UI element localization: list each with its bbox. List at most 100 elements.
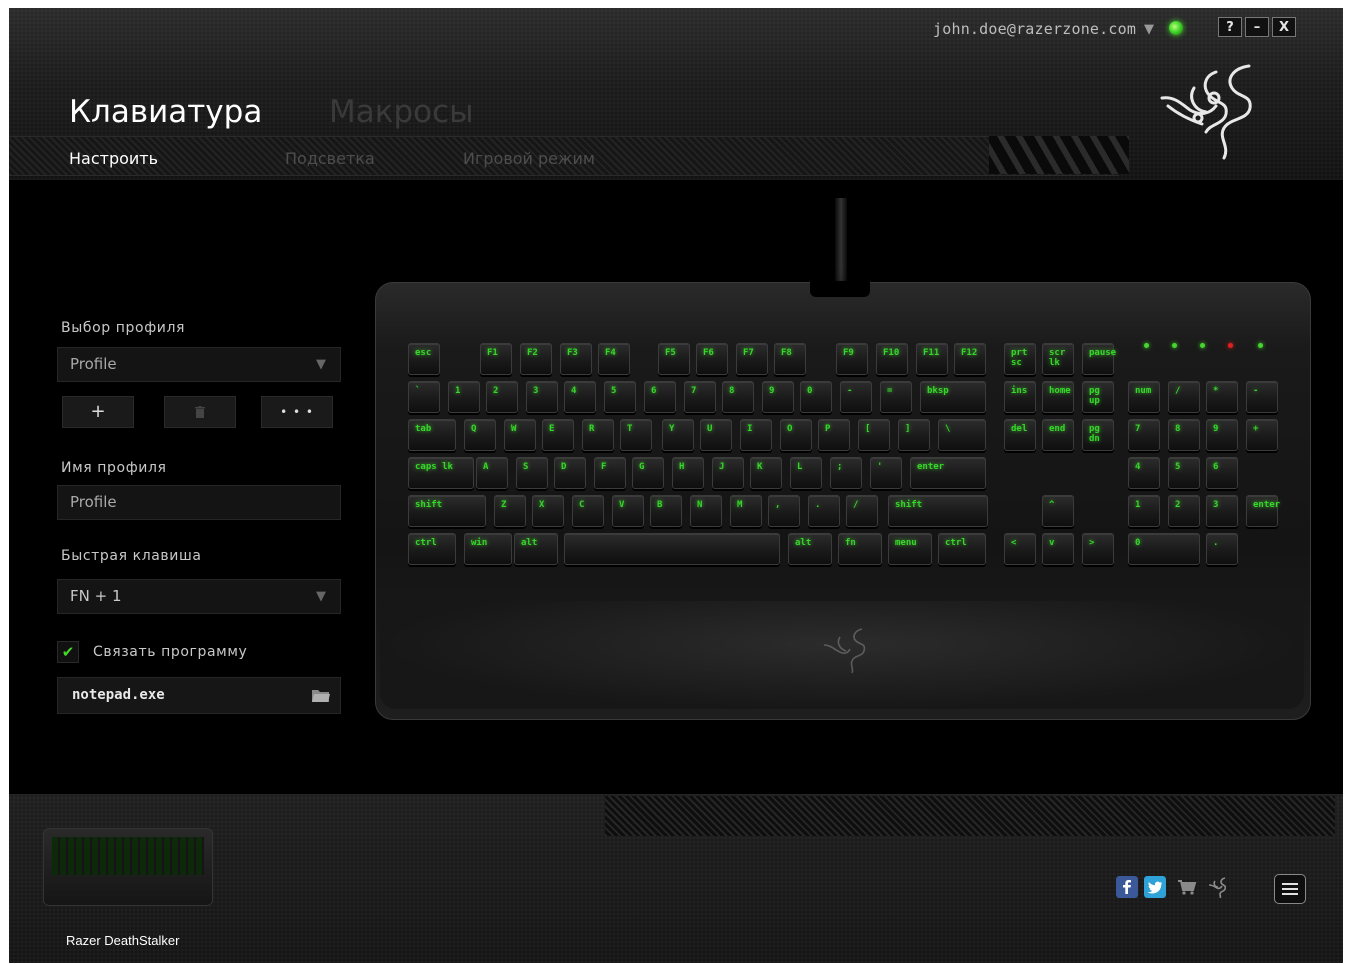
subtab-gaming-mode[interactable]: Игровой режим (463, 149, 595, 168)
keyboard-key[interactable]: W (504, 419, 536, 451)
keyboard-key[interactable]: F10 (876, 343, 908, 375)
keyboard-key[interactable]: F12 (954, 343, 986, 375)
keyboard-key[interactable]: A (476, 457, 508, 489)
tab-keyboard[interactable]: Клавиатура (69, 94, 262, 130)
keyboard-key[interactable]: \ (938, 419, 986, 451)
keyboard-key[interactable]: F5 (658, 343, 690, 375)
keyboard-key[interactable]: num (1128, 381, 1160, 413)
keyboard-key[interactable]: ; (830, 457, 862, 489)
keyboard-key[interactable]: menu (888, 533, 932, 565)
device-thumbnail[interactable] (43, 828, 213, 906)
subtab-customize[interactable]: Настроить (69, 149, 158, 168)
keyboard-key[interactable]: I (740, 419, 772, 451)
keyboard-key[interactable]: 1 (448, 381, 480, 413)
hotkey-dropdown[interactable]: FN + 1 ▼ (57, 579, 341, 614)
keyboard-key[interactable]: 3 (1206, 495, 1238, 527)
keyboard-key[interactable]: alt (788, 533, 832, 565)
keyboard-key[interactable]: 0 (800, 381, 832, 413)
keyboard-key[interactable]: 7 (684, 381, 716, 413)
keyboard-key[interactable]: X (532, 495, 564, 527)
keyboard-key[interactable]: del (1004, 419, 1036, 451)
keyboard-key[interactable]: G (632, 457, 664, 489)
keyboard-key[interactable]: 6 (644, 381, 676, 413)
keyboard-key[interactable]: 8 (1168, 419, 1200, 451)
link-program-checkbox[interactable]: ✔ (57, 641, 79, 663)
keyboard-key[interactable]: 2 (486, 381, 518, 413)
keyboard-key[interactable]: P (818, 419, 850, 451)
more-options-button[interactable]: • • • (261, 396, 333, 428)
keyboard-key[interactable]: M (730, 495, 762, 527)
account-dropdown-icon[interactable]: ▼ (1144, 22, 1154, 37)
keyboard-key[interactable]: Y (662, 419, 694, 451)
keyboard-key[interactable]: - (1246, 381, 1278, 413)
keyboard-key[interactable]: scr lk (1042, 343, 1074, 375)
keyboard-key[interactable]: F4 (598, 343, 630, 375)
keyboard-key[interactable]: = (880, 381, 912, 413)
keyboard-key[interactable]: . (808, 495, 840, 527)
keyboard-key[interactable]: N (690, 495, 722, 527)
keyboard-key[interactable]: [ (858, 419, 890, 451)
keyboard-key[interactable]: 9 (762, 381, 794, 413)
twitter-icon[interactable] (1144, 876, 1166, 898)
keyboard-key[interactable]: 5 (1168, 457, 1200, 489)
keyboard-key[interactable]: K (750, 457, 782, 489)
keyboard-key[interactable]: ] (898, 419, 930, 451)
keyboard-key[interactable]: 4 (1128, 457, 1160, 489)
keyboard-key[interactable]: F3 (560, 343, 592, 375)
close-button[interactable]: X (1272, 17, 1296, 37)
keyboard-key[interactable]: 1 (1128, 495, 1160, 527)
keyboard-key[interactable]: end (1042, 419, 1074, 451)
profile-name-input[interactable]: Profile (57, 485, 341, 520)
keyboard-key[interactable]: C (572, 495, 604, 527)
keyboard-key[interactable]: ` (408, 381, 440, 413)
subtab-lighting[interactable]: Подсветка (285, 149, 375, 168)
keyboard-key[interactable]: < (1004, 533, 1036, 565)
keyboard-key[interactable]: 7 (1128, 419, 1160, 451)
keyboard-key[interactable]: * (1206, 381, 1238, 413)
keyboard-key[interactable]: ' (870, 457, 902, 489)
keyboard-key[interactable]: R (582, 419, 614, 451)
keyboard-key[interactable]: > (1082, 533, 1114, 565)
keyboard-key[interactable]: S (516, 457, 548, 489)
razer-community-icon[interactable] (1207, 876, 1229, 898)
add-profile-button[interactable]: + (62, 396, 134, 428)
keyboard-key[interactable]: 2 (1168, 495, 1200, 527)
keyboard-key[interactable]: U (700, 419, 732, 451)
keyboard-key[interactable]: / (1168, 381, 1200, 413)
keyboard-key[interactable]: H (672, 457, 704, 489)
keyboard-key[interactable]: 3 (526, 381, 558, 413)
keyboard-key[interactable]: , (768, 495, 800, 527)
keyboard-key[interactable]: enter (1246, 495, 1280, 527)
keyboard-key[interactable]: tab (408, 419, 456, 451)
keyboard-key[interactable]: shift (408, 495, 486, 527)
keyboard-key[interactable]: - (840, 381, 872, 413)
keyboard-key[interactable]: T (620, 419, 652, 451)
keyboard-key[interactable]: B (650, 495, 682, 527)
keyboard-key[interactable]: L (790, 457, 822, 489)
keyboard-key[interactable]: Z (494, 495, 526, 527)
keyboard-key[interactable]: pause (1082, 343, 1116, 375)
keyboard-key[interactable]: alt (514, 533, 558, 565)
keyboard-key[interactable]: home (1042, 381, 1074, 413)
main-menu-button[interactable] (1274, 874, 1306, 904)
keyboard-key[interactable]: ^ (1042, 495, 1074, 527)
keyboard-key[interactable]: bksp (920, 381, 986, 413)
keyboard-key[interactable] (564, 533, 780, 565)
account-email[interactable]: john.doe@razerzone.com (933, 20, 1136, 38)
keyboard-key[interactable]: shift (888, 495, 988, 527)
tab-macros[interactable]: Макросы (329, 94, 474, 130)
keyboard-key[interactable]: pg up (1082, 381, 1114, 413)
keyboard-key[interactable]: esc (408, 343, 440, 375)
keyboard-key[interactable]: E (542, 419, 574, 451)
keyboard-key[interactable]: fn (838, 533, 882, 565)
keyboard-key[interactable]: F7 (736, 343, 768, 375)
keyboard-key[interactable]: D (554, 457, 586, 489)
keyboard-key[interactable]: 9 (1206, 419, 1238, 451)
keyboard-key[interactable]: 8 (722, 381, 754, 413)
keyboard-key[interactable]: prt sc (1004, 343, 1036, 375)
keyboard-key[interactable]: + (1246, 419, 1278, 451)
keyboard-key[interactable]: ins (1004, 381, 1036, 413)
keyboard-key[interactable]: J (712, 457, 744, 489)
keyboard-key[interactable]: / (846, 495, 878, 527)
minimize-button[interactable]: – (1245, 17, 1269, 37)
